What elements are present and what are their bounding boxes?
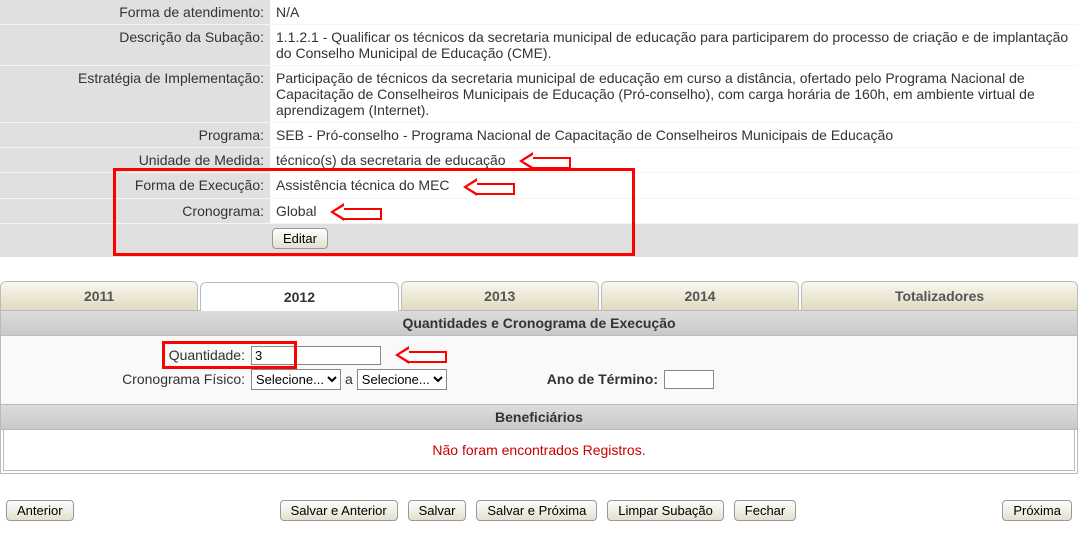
section-header-quantidades: Quantidades e Cronograma de Execução — [0, 311, 1078, 336]
arrow-icon — [521, 154, 571, 168]
fechar-button[interactable]: Fechar — [734, 500, 796, 521]
value-unidade-medida: técnico(s) da secretaria de educação — [270, 148, 1078, 173]
edit-button-row: Editar — [0, 224, 1078, 257]
proxima-button[interactable]: Próxima — [1002, 500, 1072, 521]
label-estrategia-implementacao: Estratégia de Implementação: — [0, 66, 270, 123]
label-forma-atendimento: Forma de atendimento: — [0, 0, 270, 25]
limpar-subacao-button[interactable]: Limpar Subação — [607, 500, 724, 521]
arrow-icon — [465, 180, 515, 194]
value-descricao-subacao: 1.1.2.1 - Qualificar os técnicos da secr… — [270, 25, 1078, 66]
value-unidade-medida-text: técnico(s) da secretaria de educação — [276, 152, 506, 168]
salvar-anterior-button[interactable]: Salvar e Anterior — [280, 500, 398, 521]
value-forma-execucao: Assistência técnica do MEC — [270, 173, 1078, 198]
cronograma-fim-select[interactable]: Selecione... — [357, 369, 447, 390]
label-programa: Programa: — [0, 123, 270, 148]
button-bar: Anterior Salvar e Anterior Salvar Salvar… — [0, 500, 1078, 529]
no-records-message: Não foram encontrados Registros. — [3, 430, 1075, 471]
form-table: Forma de atendimento: N/A Descrição da S… — [0, 0, 1078, 224]
label-cronograma-fisico: Cronograma Físico: — [11, 371, 251, 387]
arrow-icon — [332, 205, 382, 219]
quantidade-input[interactable] — [251, 346, 381, 365]
value-estrategia-implementacao: Participação de técnicos da secretaria m… — [270, 66, 1078, 123]
label-descricao-subacao: Descrição da Subação: — [0, 25, 270, 66]
label-cronograma: Cronograma: — [0, 198, 270, 223]
arrow-icon — [397, 348, 447, 362]
label-forma-execucao: Forma de Execução: — [0, 173, 270, 198]
anterior-button[interactable]: Anterior — [6, 500, 74, 521]
editar-button[interactable]: Editar — [272, 228, 328, 249]
value-programa: SEB - Pró-conselho - Programa Nacional d… — [270, 123, 1078, 148]
label-a: a — [345, 371, 353, 387]
value-forma-execucao-text: Assistência técnica do MEC — [276, 177, 450, 193]
ano-termino-input[interactable] — [664, 370, 714, 389]
form-area-quantidades: Quantidade: Cronograma Físico: Selecione… — [0, 336, 1078, 405]
section-header-beneficiarios: Beneficiários — [0, 405, 1078, 430]
salvar-button[interactable]: Salvar — [408, 500, 467, 521]
cronograma-inicio-select[interactable]: Selecione... — [251, 369, 341, 390]
tab-2012[interactable]: 2012 — [200, 282, 398, 311]
value-cronograma: Global — [270, 198, 1078, 223]
tab-2014[interactable]: 2014 — [601, 281, 799, 310]
tab-2011[interactable]: 2011 — [0, 281, 198, 310]
year-tabs: 2011 2012 2013 2014 Totalizadores — [0, 281, 1078, 311]
tab-2013[interactable]: 2013 — [401, 281, 599, 310]
value-forma-atendimento: N/A — [270, 0, 1078, 25]
salvar-proxima-button[interactable]: Salvar e Próxima — [476, 500, 597, 521]
tab-totalizadores[interactable]: Totalizadores — [801, 281, 1078, 310]
label-quantidade: Quantidade: — [169, 347, 245, 363]
beneficiarios-box: Não foram encontrados Registros. — [0, 430, 1078, 474]
label-ano-termino: Ano de Término: — [547, 371, 658, 387]
label-unidade-medida: Unidade de Medida: — [0, 148, 270, 173]
value-cronograma-text: Global — [276, 203, 316, 219]
